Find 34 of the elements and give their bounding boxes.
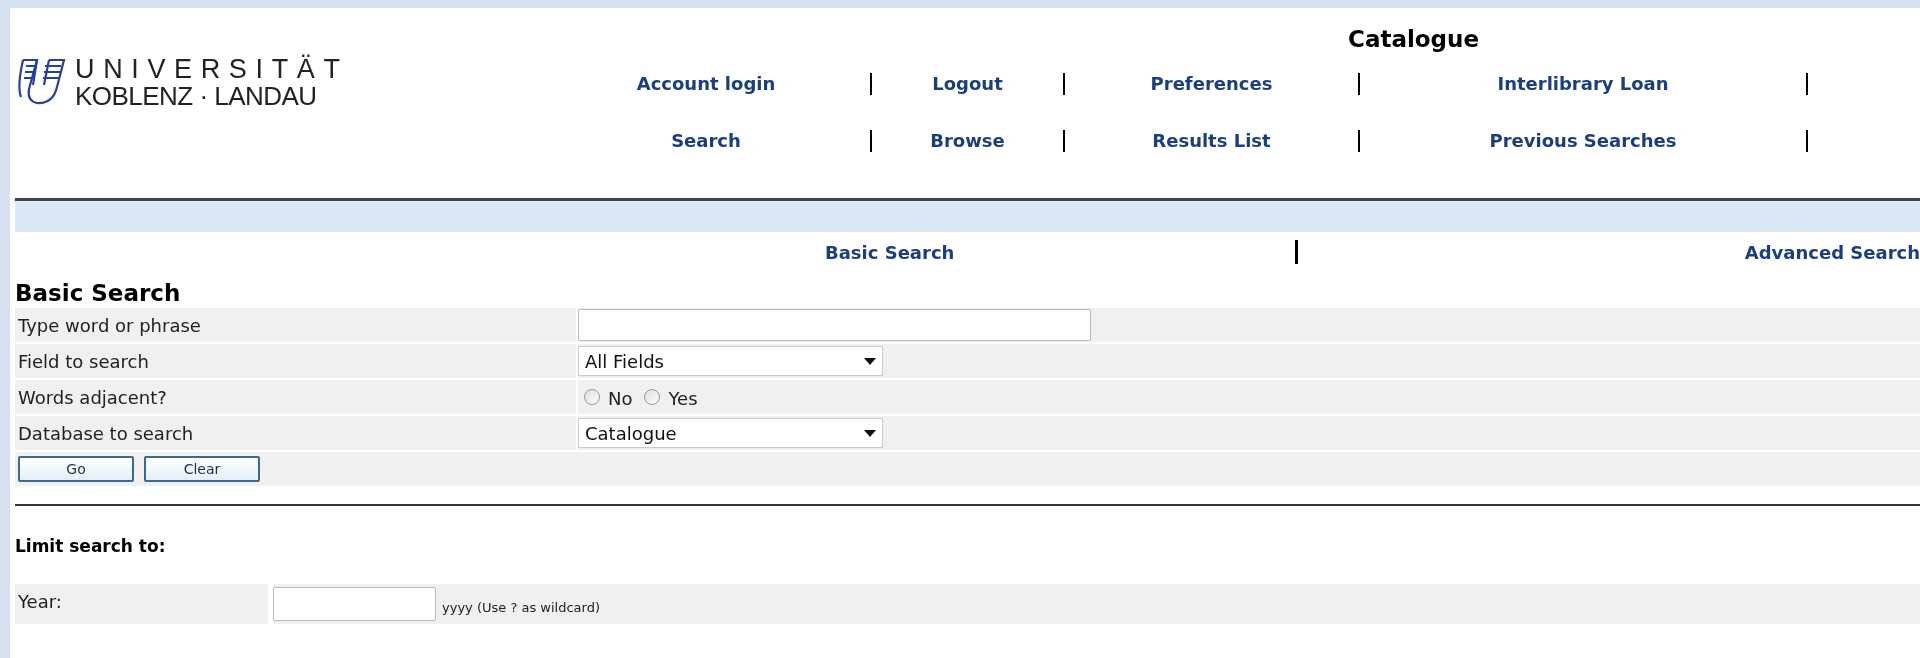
form-button[interactable]: Clear [144, 456, 260, 482]
search-tab[interactable]: Advanced Search [1744, 238, 1920, 266]
nav-link[interactable]: Previous Searches [1360, 127, 1806, 154]
field-label: Field to search [18, 349, 149, 374]
dropdown[interactable]: All Fields [578, 346, 883, 376]
field-label: Database to search [18, 421, 194, 446]
nav-link[interactable]: Account login [542, 70, 870, 97]
logo-text: KOBLENZ · LANDAU [75, 83, 318, 111]
logo-text: UNIVERSITÄT [75, 55, 349, 84]
caret-icon [864, 429, 876, 437]
nav-link[interactable]: Browse [872, 127, 1063, 154]
dropdown[interactable]: Catalogue [578, 418, 883, 448]
year-field[interactable] [273, 586, 436, 621]
radio-label: No [608, 387, 633, 411]
caret-icon [864, 357, 876, 365]
radio-button[interactable] [584, 389, 600, 405]
section-heading: Basic Search [15, 279, 182, 308]
form-button[interactable]: Go [18, 456, 134, 482]
nav-link[interactable]: Interlibrary Loan [1360, 70, 1806, 97]
field-label: Words adjacent? [18, 385, 167, 410]
university-logo-icon [15, 57, 67, 107]
page-title: Catalogue [1348, 24, 1480, 54]
search-tab[interactable]: Basic Search [825, 238, 955, 266]
radio-button[interactable] [644, 389, 661, 405]
nav-link[interactable]: Preferences [1065, 70, 1358, 97]
radio-label: Yes [668, 387, 698, 411]
hint-text: yyyy (Use ? as wildcard) [442, 598, 600, 617]
search-field[interactable] [578, 309, 1091, 341]
field-label: Type word or phrase [18, 313, 201, 338]
field-label: Year: [18, 590, 62, 612]
nav-link[interactable]: Search [542, 127, 870, 154]
section-heading: Limit search to: [15, 535, 167, 558]
nav-link[interactable]: Results List [1065, 127, 1358, 154]
nav-link[interactable]: Logout [872, 70, 1063, 97]
